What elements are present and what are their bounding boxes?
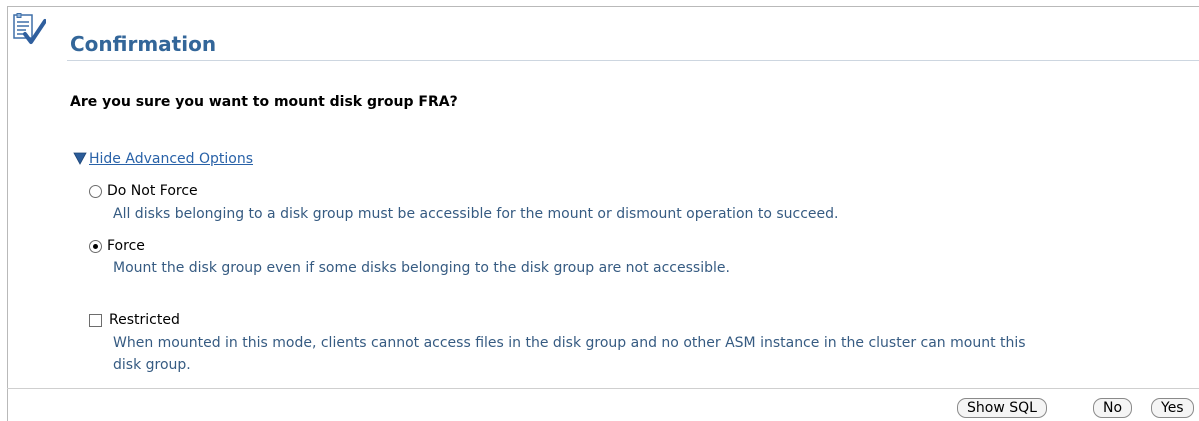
confirmation-document-check-icon xyxy=(12,13,47,47)
option-do-not-force[interactable]: Do Not Force xyxy=(89,181,198,201)
expanded-triangle-icon xyxy=(73,150,89,169)
confirmation-page: Confirmation Are you sure you want to mo… xyxy=(0,0,1199,421)
force-label[interactable]: Force xyxy=(107,236,145,256)
do-not-force-label[interactable]: Do Not Force xyxy=(107,181,198,201)
do-not-force-radio[interactable] xyxy=(89,184,102,198)
hide-advanced-options-link[interactable]: Hide Advanced Options xyxy=(89,149,253,169)
show-sql-button[interactable]: Show SQL xyxy=(957,398,1047,418)
title-divider xyxy=(67,60,1199,61)
option-restricted[interactable]: Restricted xyxy=(89,310,180,330)
force-description: Mount the disk group even if some disks … xyxy=(113,260,730,276)
restricted-description-line1: When mounted in this mode, clients canno… xyxy=(113,335,1026,351)
do-not-force-description: All disks belonging to a disk group must… xyxy=(113,206,839,222)
confirmation-question: Are you sure you want to mount disk grou… xyxy=(70,94,458,110)
yes-button[interactable]: Yes xyxy=(1151,398,1194,418)
option-force[interactable]: Force xyxy=(89,236,145,256)
page-title: Confirmation xyxy=(70,32,217,56)
no-button[interactable]: No xyxy=(1093,398,1133,418)
left-border xyxy=(7,6,8,421)
force-radio[interactable] xyxy=(89,239,102,253)
hide-advanced-options-toggle[interactable]: Hide Advanced Options xyxy=(73,149,253,169)
restricted-description-line2: disk group. xyxy=(113,357,191,373)
footer-divider xyxy=(7,388,1199,389)
restricted-label[interactable]: Restricted xyxy=(109,310,180,330)
restricted-checkbox[interactable] xyxy=(89,313,102,327)
top-border xyxy=(7,6,1199,7)
